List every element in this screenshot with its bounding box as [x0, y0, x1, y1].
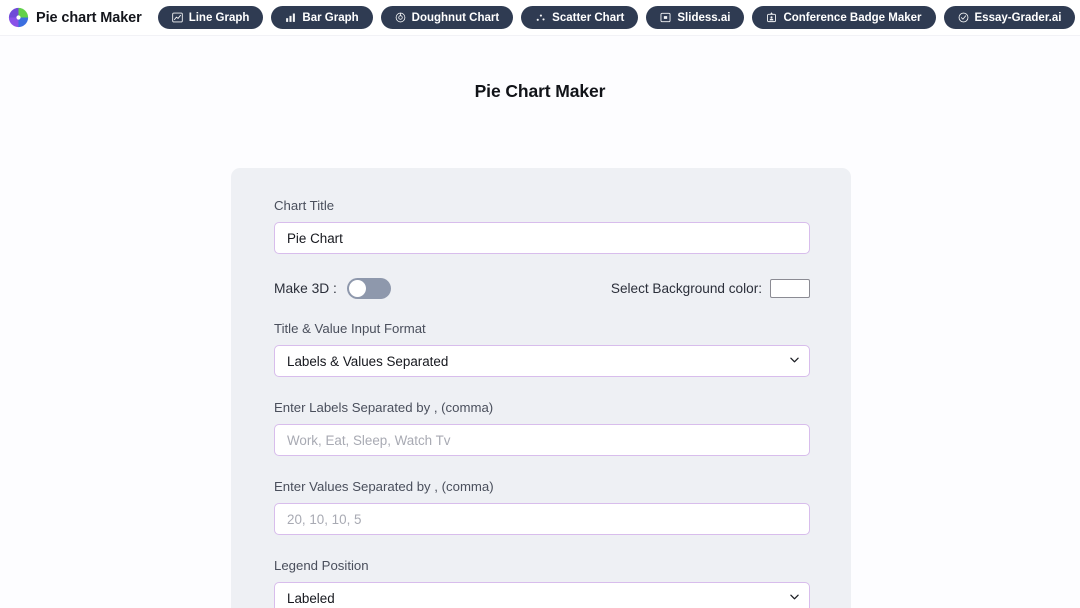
check-circle-icon [958, 12, 969, 23]
brand-name: Pie chart Maker [36, 9, 142, 26]
make-3d-toggle[interactable] [346, 278, 391, 299]
nav-label: Scatter Chart [552, 11, 625, 24]
field-values: Enter Values Separated by , (comma) [274, 479, 810, 535]
chart-title-label: Chart Title [274, 198, 335, 213]
field-labels: Enter Labels Separated by , (comma) [274, 400, 810, 456]
nav-label: Line Graph [188, 11, 250, 24]
nav-label: Conference Badge Maker [783, 11, 922, 24]
input-format-select[interactable]: Labels & Values Separated [274, 345, 810, 377]
nav-button-slidess-ai[interactable]: Slidess.ai [646, 6, 745, 29]
nav-label: Slidess.ai [677, 11, 731, 24]
badge-icon [766, 12, 777, 23]
make-3d-label: Make 3D : [274, 281, 337, 296]
labels-label: Enter Labels Separated by , (comma) [274, 400, 494, 415]
bar-graph-icon [285, 12, 296, 23]
page-title: Pie Chart Maker [474, 81, 606, 101]
nav-label: Bar Graph [302, 11, 359, 24]
values-label: Enter Values Separated by , (comma) [274, 479, 494, 494]
nav-button-conference-badge-maker[interactable]: Conference Badge Maker [752, 6, 936, 29]
top-navigation-bar: Pie chart Maker Line Graph Bar Graph Dou… [0, 0, 1080, 36]
nav-label: Essay-Grader.ai [974, 11, 1062, 24]
field-input-format: Title & Value Input Format Labels & Valu… [274, 321, 810, 377]
background-color-label: Select Background color: [610, 281, 762, 296]
page-body: Pie Chart Maker Chart Title Make 3D : Se… [0, 36, 1080, 608]
nav-button-bar-graph[interactable]: Bar Graph [271, 6, 373, 29]
make-3d-row: Make 3D : Select Background color: [274, 278, 810, 299]
nav-button-line-graph[interactable]: Line Graph [157, 6, 264, 29]
background-color-group: Select Background color: [611, 279, 810, 298]
legend-position-select[interactable]: Labeled [274, 582, 810, 608]
slides-icon [660, 12, 671, 23]
pie-chart-logo-icon [8, 7, 29, 28]
background-color-swatch[interactable] [770, 279, 810, 298]
nav-button-essay-grader-ai[interactable]: Essay-Grader.ai [943, 6, 1076, 29]
nav-label: Doughnut Chart [411, 11, 500, 24]
chart-settings-card: Chart Title Make 3D : Select Background … [231, 168, 851, 608]
line-graph-icon [171, 12, 183, 23]
nav-button-scatter-chart[interactable]: Scatter Chart [521, 6, 639, 29]
legend-position-label: Legend Position [274, 558, 369, 573]
field-legend-position: Legend Position Labeled [274, 558, 810, 608]
values-input[interactable] [274, 503, 810, 535]
nav-button-doughnut-chart[interactable]: Doughnut Chart [380, 6, 514, 29]
brand-logo-group[interactable]: Pie chart Maker [8, 7, 142, 28]
field-chart-title: Chart Title [274, 198, 810, 254]
scatter-chart-icon [535, 12, 546, 23]
input-format-label: Title & Value Input Format [274, 321, 426, 336]
labels-input[interactable] [274, 424, 810, 456]
toggle-knob [348, 280, 366, 297]
chart-title-input[interactable] [274, 222, 810, 254]
doughnut-chart-icon [395, 12, 406, 23]
